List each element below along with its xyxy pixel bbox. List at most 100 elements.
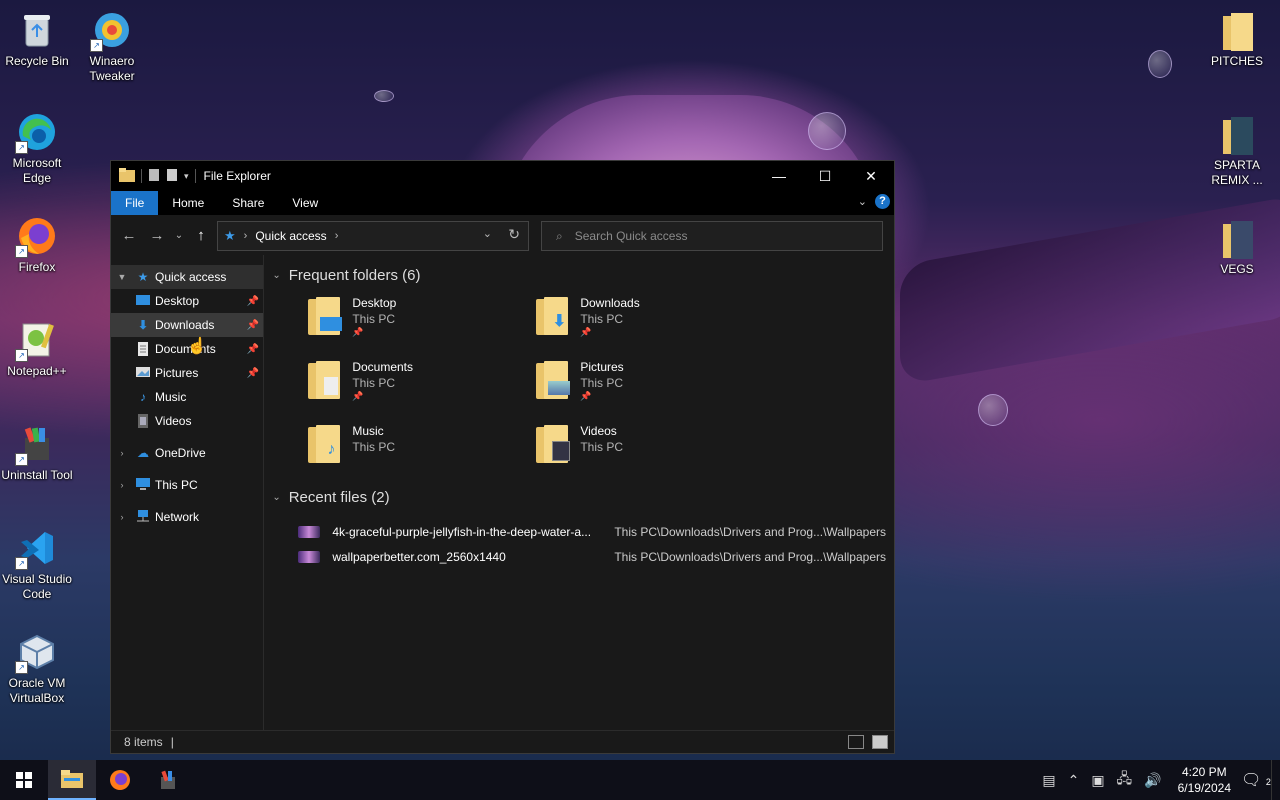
pictures-folder-icon bbox=[135, 365, 151, 381]
expand-ribbon-icon[interactable]: ⌄ bbox=[858, 195, 867, 208]
close-button[interactable]: ✕ bbox=[848, 161, 894, 191]
nav-onedrive[interactable]: › ☁ OneDrive bbox=[111, 441, 263, 465]
tab-file[interactable]: File bbox=[111, 191, 159, 215]
quick-access-star-icon: ★ bbox=[224, 228, 236, 243]
tab-share[interactable]: Share bbox=[218, 191, 278, 215]
taskbar-app[interactable] bbox=[144, 760, 192, 800]
large-icons-view-icon[interactable] bbox=[872, 735, 888, 749]
desktop-icon-label: Visual Studio Code bbox=[2, 572, 72, 601]
details-view-icon[interactable] bbox=[848, 735, 864, 749]
onedrive-cloud-icon: ☁ bbox=[137, 446, 149, 460]
nav-desktop[interactable]: Desktop 📌 bbox=[111, 289, 263, 313]
music-folder-icon: ♪ bbox=[140, 390, 146, 404]
folder-card-music[interactable]: ♪ Music This PC bbox=[306, 423, 534, 467]
up-button[interactable]: ↑ bbox=[187, 227, 215, 244]
nav-pictures[interactable]: Pictures 📌 bbox=[111, 361, 263, 385]
collapse-arrow-icon[interactable]: ▼ bbox=[115, 272, 129, 282]
desktop-icon-notepadpp[interactable]: ↗ Notepad++ bbox=[0, 320, 74, 379]
meet-now-icon[interactable]: ▣ bbox=[1091, 772, 1104, 789]
clock[interactable]: 4:20 PM 6/19/2024 bbox=[1178, 764, 1231, 796]
nav-label: Music bbox=[155, 390, 187, 404]
folder-location: This PC bbox=[352, 376, 396, 390]
nav-videos[interactable]: Videos bbox=[111, 409, 263, 433]
start-button[interactable] bbox=[0, 760, 48, 800]
address-path[interactable]: Quick access bbox=[255, 229, 326, 243]
recent-files-header[interactable]: ⌄ Recent files (2) bbox=[272, 485, 886, 509]
title-bar[interactable]: ▾ File Explorer — ☐ ✕ bbox=[111, 161, 894, 191]
help-icon[interactable]: ? bbox=[875, 194, 890, 209]
desktop-icon-label: Notepad++ bbox=[7, 364, 67, 378]
tab-view[interactable]: View bbox=[278, 191, 332, 215]
pin-icon: 📌 bbox=[246, 319, 260, 331]
desktop-icon-firefox[interactable]: ↗ Firefox bbox=[0, 216, 74, 275]
desktop-icon-uninstall-tool[interactable]: ↗ Uninstall Tool bbox=[0, 424, 74, 483]
frequent-folders-header[interactable]: ⌄ Frequent folders (6) bbox=[272, 263, 886, 287]
minimize-button[interactable]: — bbox=[756, 161, 802, 191]
desktop-icon-edge[interactable]: ↗ Microsoft Edge bbox=[0, 112, 74, 186]
folder-card-pictures[interactable]: Pictures This PC 📌 bbox=[534, 359, 762, 403]
show-desktop-button[interactable] bbox=[1271, 760, 1280, 800]
nav-label: This PC bbox=[155, 478, 198, 492]
desktop-icon-winaero-tweaker[interactable]: ↗ Winaero Tweaker bbox=[75, 10, 149, 84]
expand-arrow-icon[interactable]: › bbox=[115, 480, 129, 490]
back-button[interactable]: ← bbox=[115, 227, 143, 244]
desktop-icon-label: Oracle VM VirtualBox bbox=[8, 676, 66, 705]
address-bar[interactable]: ★ › Quick access › ⌄ ↻ bbox=[217, 221, 529, 251]
search-input[interactable] bbox=[572, 228, 857, 244]
desktop-icon-virtualbox[interactable]: ↗ Oracle VM VirtualBox bbox=[0, 632, 74, 706]
properties-icon[interactable] bbox=[148, 168, 160, 185]
navigation-bar: ← → ⌄ ↑ ★ › Quick access › ⌄ ↻ ⌕ bbox=[111, 215, 894, 255]
recent-file-row[interactable]: 4k-graceful-purple-jellyfish-in-the-deep… bbox=[298, 519, 886, 544]
new-folder-icon[interactable] bbox=[166, 168, 178, 185]
address-dropdown-icon[interactable]: ⌄ bbox=[483, 227, 492, 240]
desktop-icon-sparta-remix[interactable]: SPARTA REMIX ... bbox=[1200, 114, 1274, 188]
nav-music[interactable]: ♪ Music bbox=[111, 385, 263, 409]
nav-downloads[interactable]: ⬇ Downloads 📌 bbox=[111, 313, 264, 337]
folder-name: Downloads bbox=[580, 296, 640, 310]
collapse-caret-icon[interactable]: ⌄ bbox=[272, 270, 280, 281]
notification-center-button[interactable]: 🗨 2 bbox=[1241, 770, 1271, 790]
nav-network[interactable]: › Network bbox=[111, 505, 263, 529]
expand-arrow-icon[interactable]: › bbox=[115, 512, 129, 522]
expand-arrow-icon[interactable]: › bbox=[115, 448, 129, 458]
nav-this-pc[interactable]: › This PC bbox=[111, 473, 263, 497]
network-icon[interactable]: 🖧 bbox=[1117, 768, 1133, 792]
windows-logo-icon bbox=[16, 772, 32, 788]
volume-icon[interactable]: 🔊 bbox=[1144, 772, 1161, 789]
recent-locations-button[interactable]: ⌄ bbox=[171, 230, 187, 241]
virtualbox-icon: ↗ bbox=[15, 632, 57, 674]
recent-file-name: 4k-graceful-purple-jellyfish-in-the-deep… bbox=[332, 524, 592, 539]
notepadpp-icon: ↗ bbox=[15, 320, 57, 362]
desktop-icon-pitches[interactable]: PITCHES bbox=[1200, 10, 1274, 69]
nav-label: Downloads bbox=[155, 318, 215, 332]
refresh-icon[interactable]: ↻ bbox=[508, 226, 520, 243]
desktop-icon-recycle-bin[interactable]: Recycle Bin bbox=[0, 10, 74, 69]
search-box[interactable]: ⌕ bbox=[541, 221, 883, 251]
shortcut-arrow-icon: ↗ bbox=[15, 557, 28, 570]
chevron-right-icon[interactable]: › bbox=[335, 230, 339, 242]
folder-card-downloads[interactable]: ⬇ Downloads This PC 📌 bbox=[534, 295, 762, 339]
maximize-button[interactable]: ☐ bbox=[802, 161, 848, 191]
tab-home[interactable]: Home bbox=[158, 191, 218, 215]
folder-card-desktop[interactable]: Desktop This PC 📌 bbox=[306, 295, 534, 339]
recent-file-row[interactable]: wallpaperbetter.com_2560x1440 This PC\Do… bbox=[298, 544, 886, 569]
desktop-icon-label: Firefox bbox=[18, 260, 56, 274]
forward-button[interactable]: → bbox=[143, 227, 171, 244]
desktop-icon-vegs[interactable]: VEGS bbox=[1200, 218, 1274, 277]
taskbar-file-explorer[interactable] bbox=[48, 760, 96, 800]
taskbar-firefox[interactable] bbox=[96, 760, 144, 800]
image-thumbnail-icon bbox=[298, 525, 321, 538]
collapse-caret-icon[interactable]: ⌄ bbox=[272, 492, 280, 503]
desktop-icon-label: Microsoft Edge bbox=[12, 156, 62, 185]
wallpaper-bubble bbox=[1148, 50, 1172, 78]
chevron-right-icon[interactable]: › bbox=[244, 230, 248, 242]
folder-card-documents[interactable]: Documents This PC 📌 bbox=[306, 359, 534, 403]
nav-quick-access[interactable]: ▼ ★ Quick access bbox=[111, 265, 264, 289]
news-widget-icon[interactable]: ▤ bbox=[1042, 772, 1055, 789]
image-thumbnail-icon bbox=[298, 550, 321, 563]
folder-card-videos[interactable]: Videos This PC bbox=[534, 423, 762, 467]
file-explorer-window: ▾ File Explorer — ☐ ✕ File Home Share Vi… bbox=[110, 160, 895, 754]
desktop-icon-vscode[interactable]: ↗ Visual Studio Code bbox=[0, 528, 74, 602]
customize-toolbar-icon[interactable]: ▾ bbox=[184, 171, 189, 182]
show-hidden-icons-icon[interactable]: ⌃ bbox=[1068, 772, 1080, 789]
